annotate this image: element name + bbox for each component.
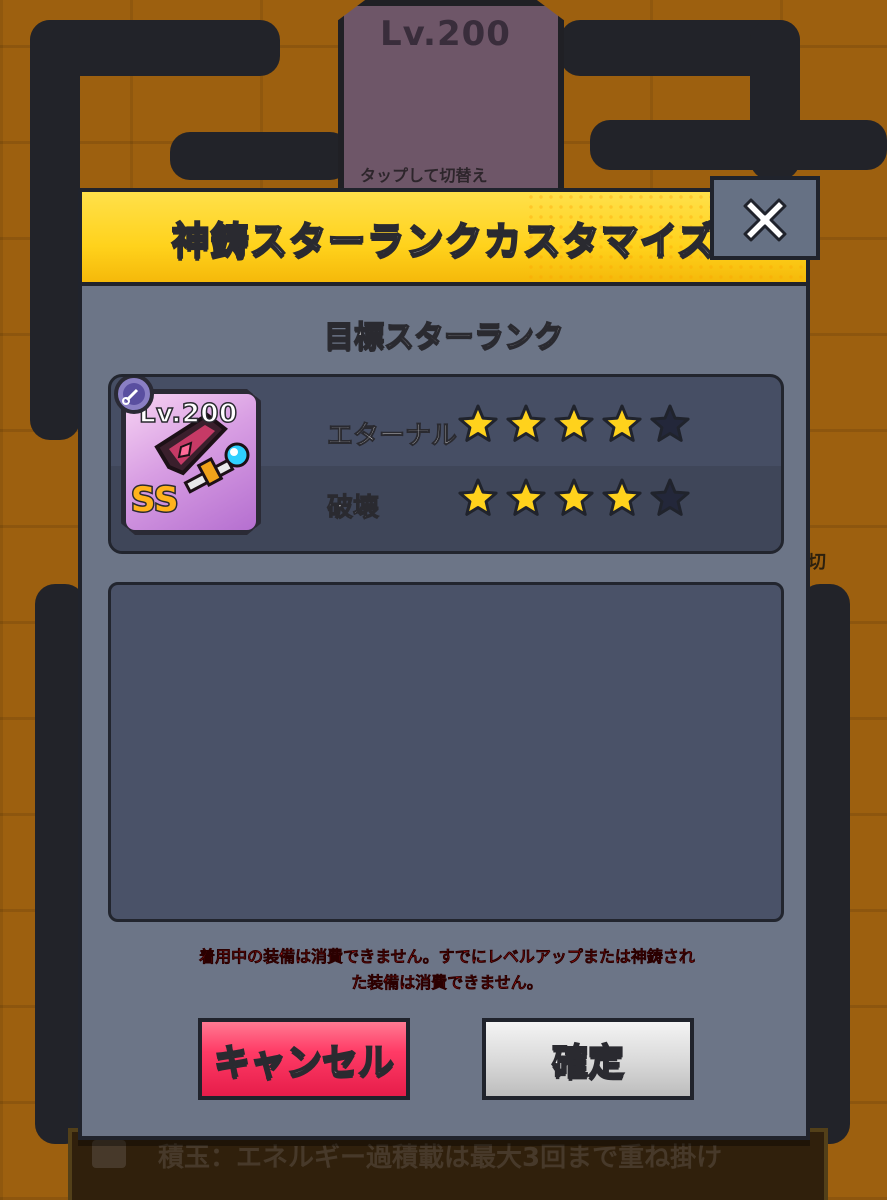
warning-text: 着用中の装備は消費できません。すでにレベルアップまたは神鋳された装備は消費できま… xyxy=(199,947,695,993)
star-filled-icon[interactable] xyxy=(601,403,643,445)
dark-element-icon xyxy=(114,377,154,414)
star-rank-dialog: 神鋳スターランクカスタマイズ 目標スターランク SS Lv.200 エターナル … xyxy=(78,176,820,1140)
rank-stars-destruction[interactable] xyxy=(457,477,691,519)
rank-stars-eternal[interactable] xyxy=(457,403,691,445)
rank-label-destruction: 破壊 xyxy=(326,493,380,524)
section-title: 目標スターランク xyxy=(323,319,565,356)
material-list-panel xyxy=(108,582,784,922)
star-filled-icon[interactable] xyxy=(457,403,499,445)
star-empty-icon[interactable] xyxy=(649,477,691,519)
star-filled-icon[interactable] xyxy=(553,403,595,445)
dialog-title: 神鋳スターランクカスタマイズ xyxy=(171,218,717,264)
cancel-button[interactable]: キャンセル xyxy=(198,1018,410,1100)
star-filled-icon[interactable] xyxy=(505,403,547,445)
close-button[interactable] xyxy=(710,176,820,260)
star-filled-icon[interactable] xyxy=(505,477,547,519)
star-filled-icon[interactable] xyxy=(601,477,643,519)
confirm-button[interactable]: 確定 xyxy=(482,1018,694,1100)
rank-info-panel: SS Lv.200 エターナル 破壊 xyxy=(108,374,784,554)
close-icon xyxy=(743,198,787,242)
star-filled-icon[interactable] xyxy=(553,477,595,519)
rank-label-eternal: エターナル xyxy=(326,421,458,452)
star-filled-icon[interactable] xyxy=(457,477,499,519)
svg-text:SS: SS xyxy=(131,480,178,520)
star-empty-icon[interactable] xyxy=(649,403,691,445)
